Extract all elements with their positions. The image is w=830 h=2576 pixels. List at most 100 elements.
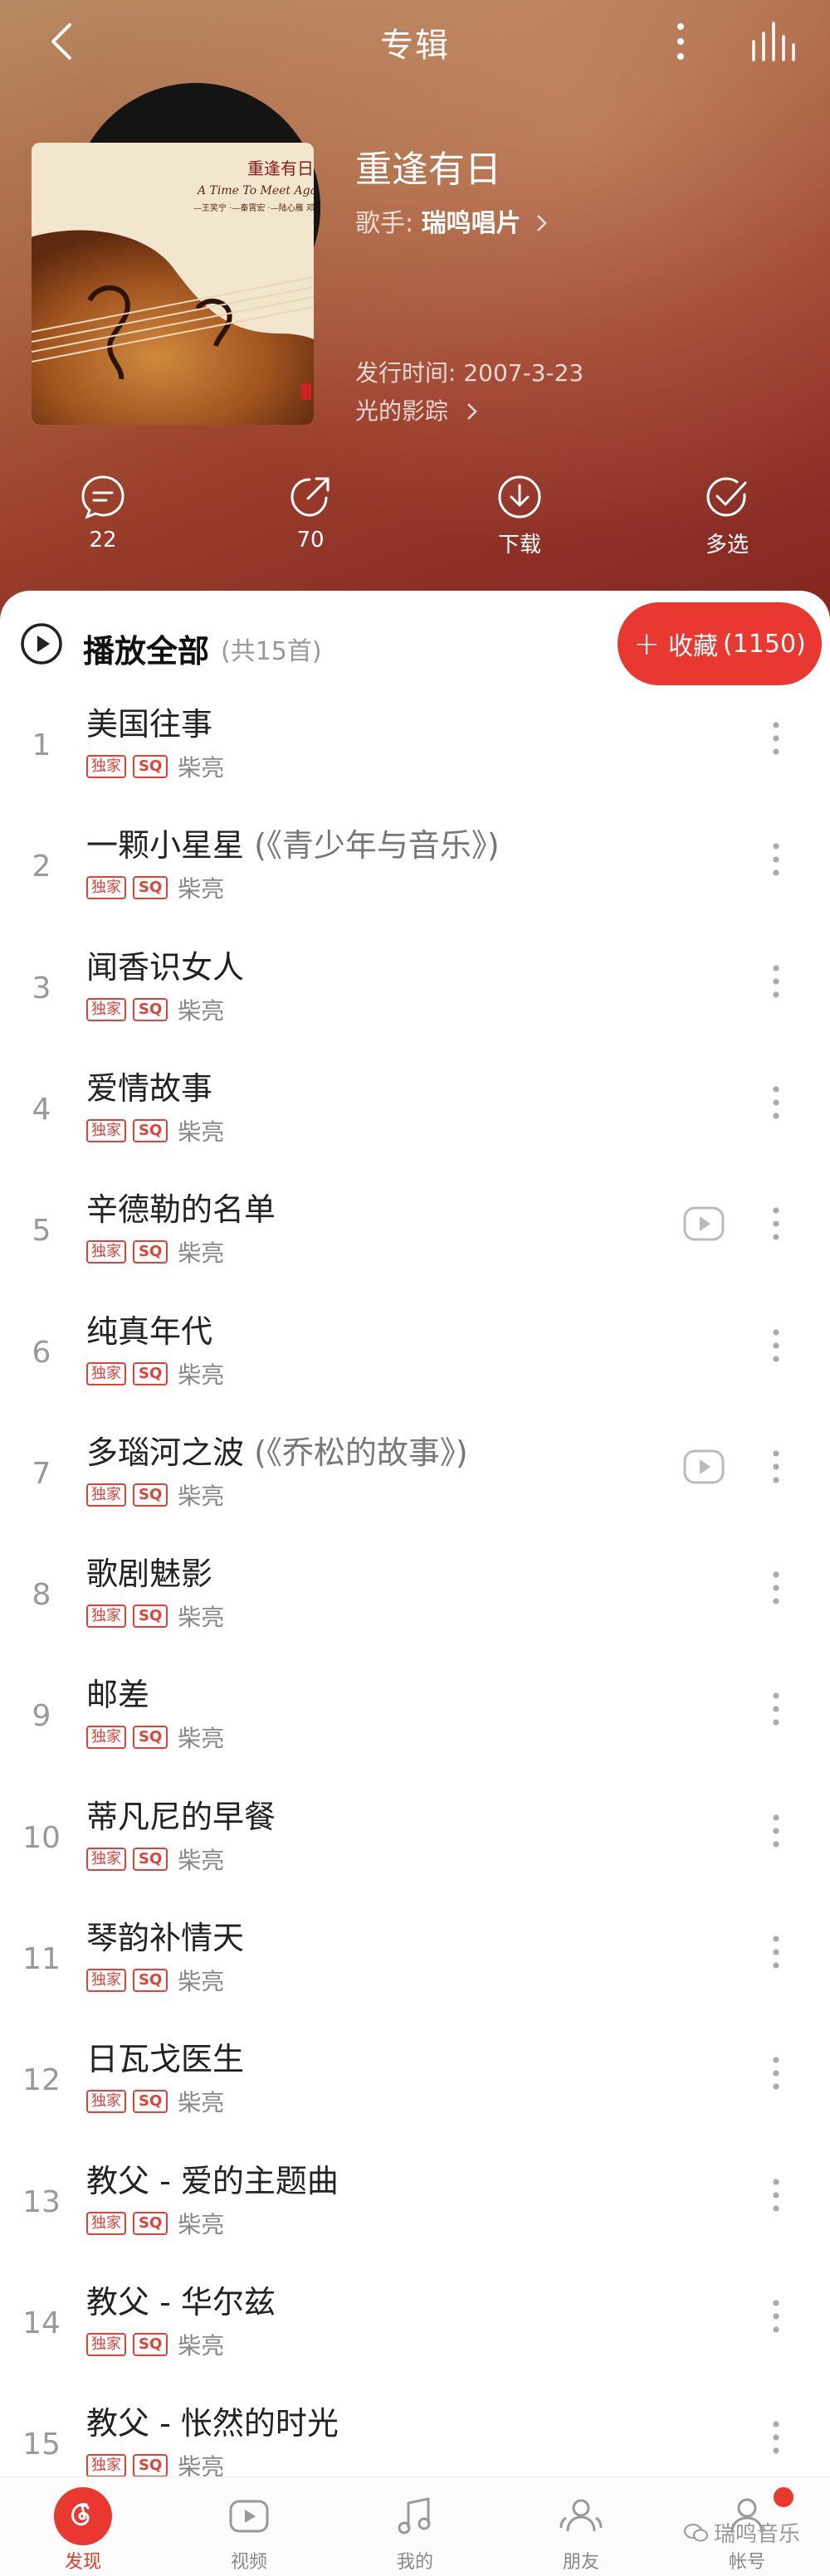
track-more-button[interactable] <box>764 1079 788 1126</box>
play-all-row[interactable]: 播放全部 (共15首) + 收藏 (1150) <box>0 591 830 690</box>
track-artist: 柴亮 <box>178 754 225 782</box>
track-meta: 独家 SQ 柴亮 <box>86 1600 224 1633</box>
album-label-link[interactable]: 光的影踪 <box>355 393 481 426</box>
track-row[interactable]: 10 蒂凡尼的早餐 独家 SQ 柴亮 <box>0 1783 830 1891</box>
track-row[interactable]: 6 纯真年代 独家 SQ 柴亮 <box>0 1298 830 1405</box>
track-more-button[interactable] <box>764 1444 788 1490</box>
multi-select-button[interactable]: 多选 <box>669 473 785 558</box>
track-title: 教父 - 爱的主题曲 <box>86 2155 339 2201</box>
sq-badge: SQ <box>133 2211 168 2235</box>
track-more-button[interactable] <box>764 2050 788 2096</box>
video-icon <box>220 2487 278 2545</box>
share-icon <box>290 477 330 517</box>
track-number: 14 <box>22 2306 61 2340</box>
bottom-nav: 发现 视频 我的 朋友 帐号 瑞鸣音乐 <box>0 2476 830 2576</box>
track-row[interactable]: 13 教父 - 爱的主题曲 独家 SQ 柴亮 <box>0 2147 830 2255</box>
more-button[interactable] <box>664 17 697 66</box>
netease-logo-icon <box>54 2487 112 2545</box>
more-vertical-icon <box>773 1450 779 1483</box>
sq-badge: SQ <box>133 1483 168 1507</box>
track-more-button[interactable] <box>764 836 788 883</box>
track-more-button[interactable] <box>764 1565 788 1611</box>
nav-video[interactable]: 视频 <box>199 2487 299 2574</box>
download-label: 下载 <box>497 533 541 558</box>
track-row[interactable]: 11 琴韵补情天 独家 SQ 柴亮 <box>0 1904 830 2012</box>
track-row[interactable]: 9 邮差 独家 SQ 柴亮 <box>0 1661 830 1769</box>
track-more-button[interactable] <box>764 958 788 1005</box>
track-more-button[interactable] <box>764 1322 788 1369</box>
track-title: 日瓦戈医生 <box>86 2033 244 2079</box>
track-meta: 独家 SQ 柴亮 <box>86 993 224 1026</box>
sq-badge: SQ <box>133 2090 168 2114</box>
track-title-main: 日瓦戈医生 <box>86 2041 245 2078</box>
mv-button[interactable] <box>682 1449 725 1485</box>
sq-badge: SQ <box>133 1847 168 1871</box>
music-note-icon <box>386 2487 444 2545</box>
track-row[interactable]: 14 教父 - 华尔兹 独家 SQ 柴亮 <box>0 2268 830 2376</box>
more-vertical-icon <box>677 23 684 60</box>
track-meta: 独家 SQ 柴亮 <box>86 2085 224 2118</box>
track-meta: 独家 SQ 柴亮 <box>86 1721 224 1754</box>
more-vertical-icon <box>773 2178 779 2212</box>
track-row[interactable]: 1 美国往事 独家 SQ 柴亮 <box>0 690 830 798</box>
track-more-button[interactable] <box>764 1808 788 1854</box>
track-more-button[interactable] <box>764 715 788 762</box>
collect-button[interactable]: + 收藏 (1150) <box>618 602 822 685</box>
track-title-main: 闻香识女人 <box>86 948 245 986</box>
video-play-icon <box>683 1449 725 1484</box>
track-more-button[interactable] <box>764 2293 788 2340</box>
share-button[interactable]: 70 <box>252 473 369 553</box>
comment-button[interactable]: 22 <box>45 473 161 553</box>
exclusive-badge: 独家 <box>86 1969 126 1992</box>
exclusive-badge: 独家 <box>86 2454 126 2478</box>
album-actions: 22 70 下载 多选 <box>0 473 830 564</box>
artist-name: 瑞鸣唱片 <box>421 209 521 238</box>
track-title-main: 美国往事 <box>86 706 213 743</box>
nav-friends[interactable]: 朋友 <box>531 2487 631 2574</box>
sq-badge: SQ <box>133 1605 168 1629</box>
track-meta: 独家 SQ 柴亮 <box>86 2207 224 2240</box>
track-more-button[interactable] <box>764 2172 788 2218</box>
track-title: 琴韵补情天 <box>86 1912 244 1958</box>
track-row[interactable]: 3 闻香识女人 独家 SQ 柴亮 <box>0 933 830 1041</box>
track-artist: 柴亮 <box>178 1725 225 1753</box>
share-count: 70 <box>296 528 325 553</box>
track-more-button[interactable] <box>764 1200 788 1247</box>
track-row[interactable]: 7 多瑙河之波 (《乔松的故事》) 独家 SQ 柴亮 <box>0 1419 830 1527</box>
now-playing-button[interactable] <box>747 17 797 66</box>
album-cover[interactable]: 重逢有日 A Time To Meet Again —王笑宁 ·—秦霄宏 ·—陆… <box>32 143 314 425</box>
page-title: 专辑 <box>380 27 450 65</box>
cover-credits: —王笑宁 ·—秦霄宏 ·—陆心雁 邓冠 <box>193 202 314 213</box>
track-number: 1 <box>32 728 51 762</box>
track-row[interactable]: 2 一颗小星星 (《青少年与音乐》) 独家 SQ 柴亮 <box>0 811 830 919</box>
track-artist: 柴亮 <box>178 1239 225 1268</box>
nav-label: 发现 <box>64 2552 101 2573</box>
track-title: 多瑙河之波 (《乔松的故事》) <box>86 1427 468 1473</box>
track-row[interactable]: 12 日瓦戈医生 独家 SQ 柴亮 <box>0 2025 830 2133</box>
track-row[interactable]: 4 爱情故事 独家 SQ 柴亮 <box>0 1054 830 1162</box>
track-row[interactable]: 5 辛德勒的名单 独家 SQ 柴亮 <box>0 1176 830 1283</box>
mv-button[interactable] <box>682 1205 725 1242</box>
sq-badge: SQ <box>133 1726 168 1750</box>
nav-label: 视频 <box>230 2552 267 2573</box>
chevron-right-icon <box>537 215 547 231</box>
more-vertical-icon <box>773 843 779 876</box>
artist-link[interactable]: 歌手: 瑞鸣唱片 <box>355 202 550 239</box>
track-title: 教父 - 怅然的时光 <box>86 2398 339 2443</box>
track-meta: 独家 SQ 柴亮 <box>86 1114 224 1147</box>
track-more-button[interactable] <box>764 1929 788 1975</box>
track-title: 美国往事 <box>86 699 212 744</box>
track-subtitle: (《青少年与音乐》) <box>244 827 500 864</box>
track-more-button[interactable] <box>764 2414 788 2461</box>
track-title-main: 纯真年代 <box>86 1312 213 1350</box>
nav-label: 帐号 <box>728 2552 765 2573</box>
sq-badge: SQ <box>133 2332 168 2356</box>
track-more-button[interactable] <box>764 1686 788 1732</box>
download-button[interactable]: 下载 <box>461 473 578 558</box>
nav-mine[interactable]: 我的 <box>365 2487 465 2574</box>
nav-discover[interactable]: 发现 <box>33 2487 133 2574</box>
track-title: 爱情故事 <box>86 1063 212 1108</box>
exclusive-badge: 独家 <box>86 2211 126 2235</box>
track-artist: 柴亮 <box>178 1604 225 1632</box>
track-row[interactable]: 8 歌剧魅影 独家 SQ 柴亮 <box>0 1540 830 1648</box>
